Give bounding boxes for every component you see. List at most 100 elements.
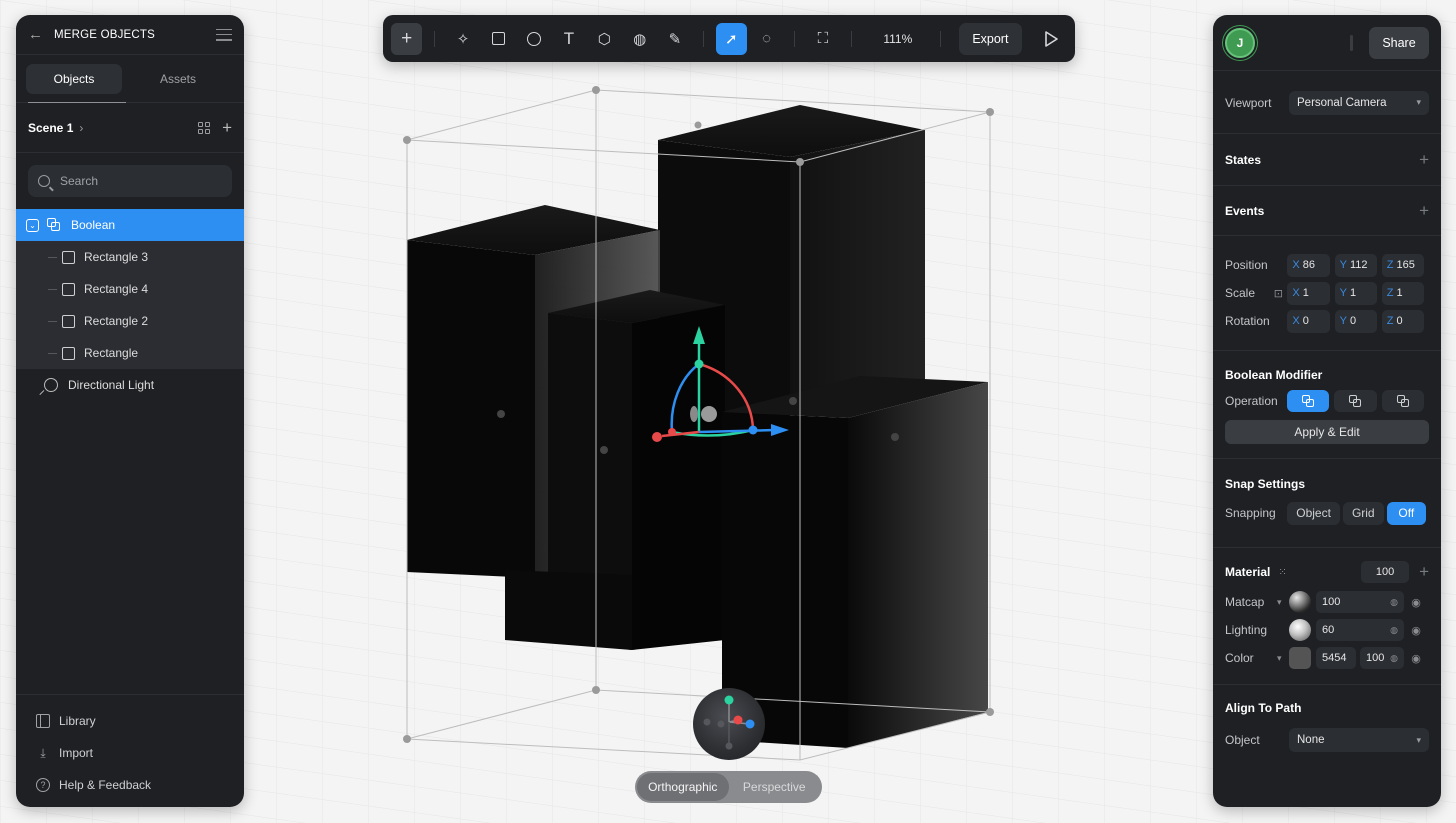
color-swatch[interactable]	[1289, 647, 1311, 669]
lighting-preview[interactable]	[1289, 619, 1311, 641]
search-input[interactable]	[60, 174, 222, 188]
projection-toggle: Orthographic Perspective	[635, 771, 822, 803]
panel-footer: Library ⤓ Import ? Help & Feedback	[16, 694, 244, 807]
panel-tabs: Objects Assets	[16, 55, 244, 103]
rotation-x-field[interactable]: X0	[1287, 309, 1330, 333]
opacity-icon: ◍	[1390, 624, 1398, 635]
matcap-value-field[interactable]: 100 ◍	[1316, 591, 1404, 613]
tab-objects[interactable]: Objects	[26, 63, 122, 94]
apply-edit-button[interactable]: Apply & Edit	[1225, 420, 1429, 444]
color-hex-field[interactable]: 5454	[1316, 647, 1356, 669]
lock-icon[interactable]: ⊡	[1274, 287, 1288, 300]
avatar[interactable]: J	[1225, 27, 1255, 58]
snap-off-button[interactable]: Off	[1386, 501, 1426, 525]
panel-header: ← MERGE OBJECTS	[16, 15, 244, 55]
layer-rectangle-3[interactable]: Rectangle 3	[16, 241, 244, 273]
layer-rectangle-2[interactable]: Rectangle 2	[16, 305, 244, 337]
properties-panel: J Share Viewport Personal Camera ▾ State…	[1213, 15, 1441, 807]
select-icon[interactable]: ➚	[715, 22, 747, 55]
scale-x-field[interactable]: X1	[1287, 281, 1330, 305]
chevron-down-icon[interactable]: ▾	[1277, 653, 1289, 664]
layer-directional-light[interactable]: Directional Light	[16, 369, 244, 401]
snap-section: Snap Settings Snapping Object Grid Off	[1213, 459, 1441, 548]
ellipse-icon[interactable]	[518, 23, 549, 55]
position-y-field[interactable]: Y 112	[1334, 253, 1377, 277]
light-icon	[44, 378, 58, 392]
layer-rectangle-4[interactable]: Rectangle 4	[16, 273, 244, 305]
frame-icon[interactable]: ⛶	[807, 23, 838, 55]
layer-tree: ⌄ Boolean Rectangle 3 Rectangle 4 Rectan…	[16, 209, 244, 401]
scene-label: Scene 1	[28, 120, 74, 135]
perspective-option[interactable]: Perspective	[729, 773, 821, 801]
union-button[interactable]	[1286, 390, 1330, 412]
toolbar-divider	[702, 30, 704, 47]
snap-heading: Snap Settings	[1225, 477, 1306, 491]
rotation-y-field[interactable]: Y0	[1334, 309, 1377, 333]
rectangle-icon	[62, 282, 75, 296]
eye-icon[interactable]: ◉	[1410, 596, 1422, 609]
help-link[interactable]: ? Help & Feedback	[16, 769, 244, 801]
states-heading: States	[1225, 153, 1262, 167]
sphere-icon[interactable]: ◍	[624, 23, 655, 55]
import-link[interactable]: ⤓ Import	[16, 737, 244, 769]
zoom-level[interactable]: 111%	[864, 32, 933, 46]
cube-icon[interactable]: ⬡	[589, 23, 620, 55]
matcap-preview[interactable]	[1289, 591, 1311, 613]
drag-handle-icon[interactable]: ⁙	[1278, 567, 1286, 578]
lighting-label: Lighting	[1225, 623, 1268, 637]
search-icon	[38, 175, 50, 187]
scale-y-field[interactable]: Y1	[1334, 281, 1377, 305]
orthographic-option[interactable]: Orthographic	[637, 773, 729, 801]
color-opacity-field[interactable]: 100 ◍	[1360, 647, 1404, 669]
search-box[interactable]	[28, 165, 232, 197]
add-event-icon[interactable]: +	[1419, 201, 1429, 221]
intersect-button[interactable]	[1381, 390, 1424, 412]
position-x-field[interactable]: X 86	[1287, 253, 1330, 277]
grid-view-icon[interactable]	[198, 121, 211, 134]
boolean-icon	[47, 218, 61, 232]
material-opacity-field[interactable]: 100	[1361, 561, 1410, 583]
back-arrow-icon[interactable]: ←	[28, 26, 54, 43]
comment-icon[interactable]: ◌	[751, 23, 782, 55]
scale-z-field[interactable]: Z1	[1381, 281, 1424, 305]
snap-grid-button[interactable]: Grid	[1342, 501, 1384, 525]
lighting-value-field[interactable]: 60 ◍	[1316, 619, 1404, 641]
layer-label: Directional Light	[68, 378, 155, 392]
eye-icon[interactable]: ◉	[1410, 652, 1422, 665]
object-dropdown[interactable]: None ▾	[1289, 728, 1429, 752]
matcap-row: Matcap ▾ 100 ◍ ◉	[1225, 588, 1429, 616]
add-material-icon[interactable]: +	[1419, 562, 1429, 582]
pen-icon[interactable]: ✎	[659, 23, 690, 55]
viewport-dropdown[interactable]: Personal Camera ▾	[1289, 90, 1429, 115]
rectangle-icon	[62, 346, 75, 360]
tab-assets[interactable]: Assets	[130, 64, 226, 94]
object-label: Object	[1225, 733, 1260, 747]
export-button[interactable]: Export	[959, 22, 1022, 55]
chevron-down-icon[interactable]: ⌄	[26, 218, 39, 232]
rotation-row: Rotation X0 Y0 Z0	[1225, 307, 1429, 335]
layer-boolean[interactable]: ⌄ Boolean	[16, 209, 244, 241]
layer-rectangle[interactable]: Rectangle	[16, 337, 244, 369]
hamburger-menu-icon[interactable]	[216, 28, 232, 41]
add-scene-icon[interactable]: +	[222, 119, 232, 136]
chevron-down-icon[interactable]: ▾	[1277, 597, 1289, 608]
scene-selector[interactable]: Scene 1 › +	[16, 103, 244, 153]
library-link[interactable]: Library	[16, 705, 244, 737]
plus-icon[interactable]: +	[391, 22, 423, 55]
rotation-z-field[interactable]: Z0	[1381, 309, 1424, 333]
text-icon[interactable]: T	[553, 23, 584, 55]
position-z-field[interactable]: Z 165	[1381, 253, 1424, 277]
divider	[1350, 34, 1353, 51]
sparkle-icon[interactable]: ✧	[447, 23, 478, 55]
snap-object-button[interactable]: Object	[1287, 501, 1340, 525]
subtract-button[interactable]	[1334, 390, 1377, 412]
play-icon[interactable]	[1036, 23, 1067, 55]
orientation-gizmo[interactable]	[693, 688, 765, 760]
eye-icon[interactable]: ◉	[1410, 624, 1422, 637]
operation-label: Operation	[1225, 394, 1278, 408]
rectangle-icon	[62, 250, 75, 264]
share-button[interactable]: Share	[1369, 26, 1429, 59]
rectangle-icon[interactable]	[483, 23, 514, 55]
events-heading: Events	[1225, 204, 1265, 218]
add-state-icon[interactable]: +	[1419, 150, 1429, 170]
